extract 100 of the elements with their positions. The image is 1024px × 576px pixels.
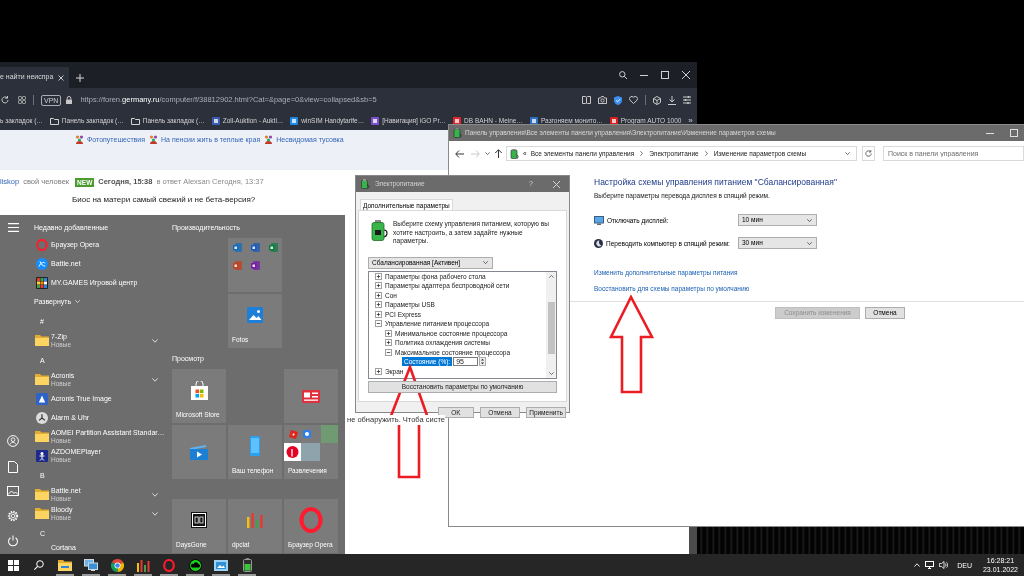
reload-icon[interactable]	[1, 96, 9, 104]
scrollbar-thumb[interactable]	[547, 301, 555, 354]
thumbnail-placeholder	[301, 443, 320, 461]
power-icon[interactable]	[7, 535, 19, 547]
clock-icon	[36, 411, 48, 424]
battery-icon[interactable]	[242, 558, 252, 572]
refresh-button[interactable]	[862, 146, 875, 161]
people-icon	[75, 135, 84, 144]
chevron-down-icon[interactable]	[845, 152, 850, 155]
app-icon	[233, 261, 242, 270]
play-icon	[190, 444, 208, 460]
newspaper-icon	[302, 389, 320, 403]
close-icon[interactable]	[682, 71, 690, 79]
settings-icon[interactable]	[7, 509, 19, 522]
post-text: Биос на матери самый свежий и не бета-версия?	[72, 195, 256, 205]
thumbnail-placeholder	[321, 425, 338, 443]
more-bookmarks-button[interactable]: »	[688, 115, 701, 127]
lock-icon	[66, 96, 73, 104]
battery-icon	[370, 220, 388, 241]
folder-icon	[35, 489, 49, 500]
network-icon[interactable]	[925, 561, 935, 569]
app-tile[interactable]	[228, 238, 282, 292]
back-arrow-icon[interactable]	[455, 149, 464, 158]
ring-logo-icon[interactable]	[163, 558, 175, 572]
document-icon[interactable]	[8, 460, 18, 473]
scroll-down-icon[interactable]	[548, 371, 554, 375]
expand-icon[interactable]	[375, 301, 382, 309]
search-icon[interactable]	[619, 71, 627, 79]
folder-icon	[35, 431, 49, 442]
app-tile[interactable]	[284, 369, 338, 423]
start-icon[interactable]	[7, 559, 19, 571]
chevron-down-icon[interactable]	[483, 261, 488, 264]
new-tab-icon[interactable]	[76, 74, 85, 82]
pictures-icon[interactable]	[7, 486, 19, 496]
phone-icon	[250, 436, 260, 456]
app-tile[interactable]	[172, 425, 226, 479]
expand-icon[interactable]	[375, 310, 382, 318]
bar-chart-icon[interactable]	[136, 558, 150, 572]
app-icon	[303, 430, 311, 438]
moon-icon	[594, 238, 603, 248]
ring-logo-icon	[299, 507, 323, 533]
folder-icon	[35, 374, 49, 385]
refresh-icon[interactable]	[865, 150, 872, 157]
spinner-icon[interactable]	[479, 357, 487, 367]
picture-icon[interactable]	[214, 559, 228, 571]
camera-icon[interactable]	[598, 96, 607, 104]
maximize-icon[interactable]	[661, 71, 669, 79]
folder-icon	[35, 508, 49, 519]
battery-icon	[360, 179, 370, 189]
app-icon	[251, 243, 260, 252]
battery-icon	[453, 128, 462, 138]
expand-icon[interactable]	[385, 339, 392, 347]
expand-icon[interactable]	[375, 282, 382, 290]
folder-icon	[49, 117, 59, 125]
expand-icon[interactable]	[375, 367, 382, 375]
triangle-logo-icon	[36, 392, 48, 405]
circle-logo-icon[interactable]	[110, 558, 124, 572]
app-icon	[269, 243, 278, 252]
chevron-down-icon[interactable]	[807, 218, 812, 222]
volume-icon[interactable]	[939, 561, 949, 569]
scroll-up-icon[interactable]	[548, 274, 554, 278]
figure-logo-icon	[36, 449, 48, 462]
app-icon	[233, 243, 242, 252]
folder-icon[interactable]	[58, 559, 72, 571]
download-icon[interactable]	[668, 95, 676, 105]
bar-chart-icon	[247, 512, 263, 528]
people-icon	[264, 135, 274, 144]
people-icon	[149, 135, 159, 144]
up-arrow-icon[interactable]	[495, 149, 502, 158]
collapse-icon[interactable]	[375, 320, 382, 328]
grid-icon[interactable]	[18, 96, 26, 104]
chevron-up-icon[interactable]	[914, 563, 921, 567]
color-grid-icon	[36, 276, 48, 289]
photo-icon	[247, 307, 263, 323]
swirl-logo-icon	[36, 257, 48, 270]
chevron-down-icon[interactable]	[807, 241, 812, 245]
sliders-icon[interactable]	[683, 96, 691, 104]
chevron-down-icon[interactable]	[485, 152, 490, 155]
chevron-right-icon[interactable]	[640, 151, 644, 156]
expand-icon[interactable]	[375, 291, 382, 299]
search-icon[interactable]	[34, 560, 44, 570]
pin-logo-icon	[284, 443, 301, 461]
folder-icon	[130, 117, 140, 125]
shield-icon[interactable]	[614, 95, 622, 105]
game-logo-icon	[191, 512, 207, 528]
expand-icon[interactable]	[375, 272, 382, 280]
menu-icon[interactable]	[7, 223, 19, 232]
collapse-icon[interactable]	[385, 348, 392, 356]
heart-icon[interactable]	[629, 96, 638, 104]
user-icon[interactable]	[7, 435, 19, 447]
close-icon[interactable]	[58, 74, 65, 81]
folder-icon	[35, 335, 49, 346]
computers-icon[interactable]	[84, 559, 98, 571]
ring-logo-icon	[36, 238, 48, 251]
cloud-icon[interactable]	[188, 558, 202, 572]
expand-icon[interactable]	[385, 329, 392, 337]
reader-icon[interactable]	[582, 96, 591, 104]
minimize-icon[interactable]	[640, 74, 648, 76]
chevron-right-icon[interactable]	[704, 151, 708, 156]
cube-icon[interactable]	[653, 95, 661, 105]
